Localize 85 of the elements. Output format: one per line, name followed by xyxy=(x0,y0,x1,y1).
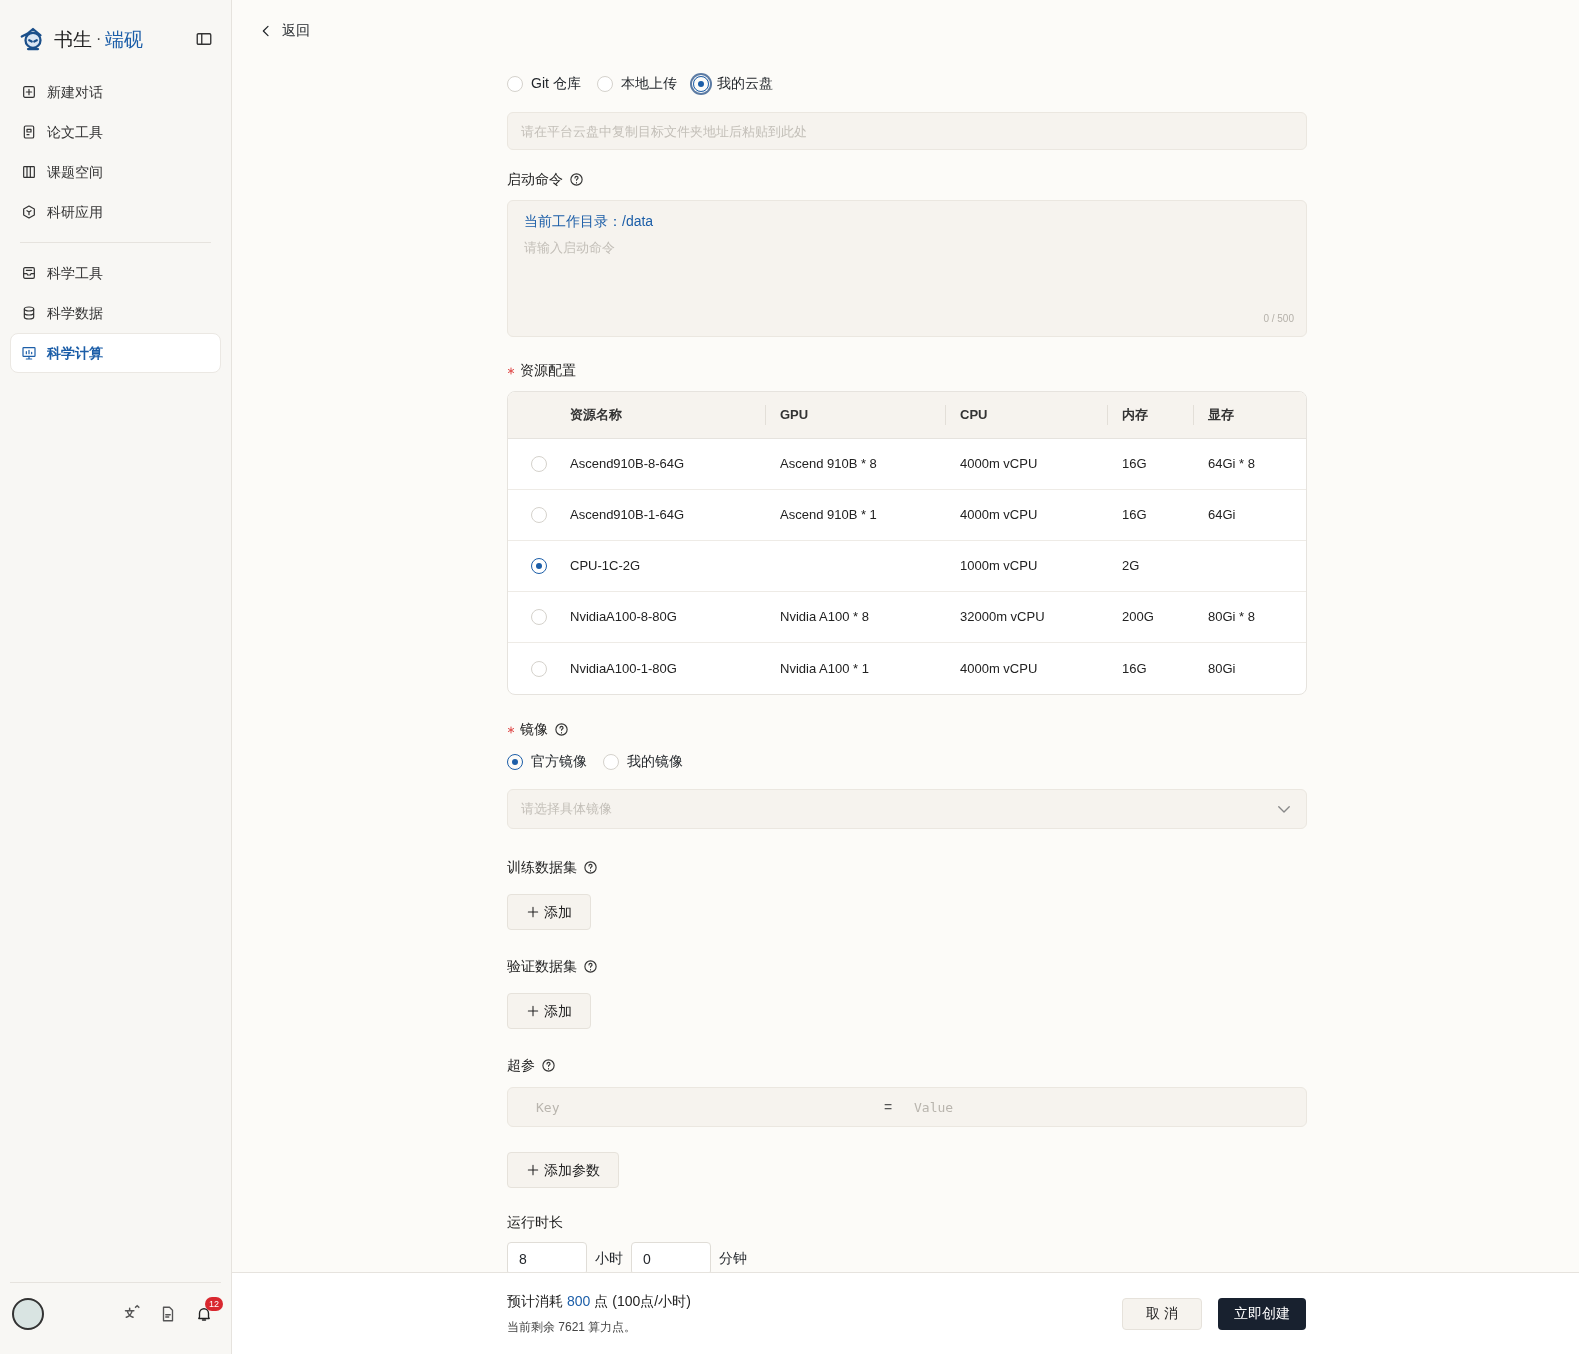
radio-label: 本地上传 xyxy=(620,74,677,93)
balance-text: 当前剩余 7621 算力点。 xyxy=(507,1319,638,1336)
column-header: 内存 xyxy=(1107,405,1193,425)
table-cell: Ascend910B-8-64G xyxy=(570,456,685,472)
field-label: 镜像 xyxy=(520,720,548,739)
document-icon xyxy=(21,124,37,140)
table-cell: Ascend 910B * 1 xyxy=(780,507,877,523)
unit-label: 小时 xyxy=(595,1249,623,1268)
table-cell: 2G xyxy=(1122,558,1140,574)
radio-label: 我的镜像 xyxy=(627,752,683,771)
field-label: 运行时长 xyxy=(507,1213,563,1232)
table-cell: 64Gi * 8 xyxy=(1208,456,1255,472)
number-input[interactable]: 8 xyxy=(507,1242,587,1272)
table-cell: 4000m vCPU xyxy=(960,660,1038,676)
monitor-icon xyxy=(21,345,37,361)
sidebar-item[interactable]: 论文工具 xyxy=(10,112,221,152)
value-input[interactable]: Value xyxy=(898,1088,1306,1126)
table-cell: 4000m vCPU xyxy=(960,507,1038,523)
working-directory: 当前工作目录：/data xyxy=(524,212,655,231)
radio-label: Git 仓库 xyxy=(531,74,581,93)
column-header: 资源名称 xyxy=(570,406,623,425)
table-cell: 16G xyxy=(1122,660,1147,676)
cancel-button[interactable]: 取 消 xyxy=(1122,1297,1202,1330)
create-button[interactable]: 立即创建 xyxy=(1218,1297,1306,1330)
plus-icon xyxy=(526,905,540,919)
unit-label: 分钟 xyxy=(719,1249,747,1268)
radio-label: 官方镜像 xyxy=(531,752,587,771)
sidebar-item[interactable]: 科学计算 xyxy=(10,333,221,373)
notification-badge: 12 xyxy=(205,1296,223,1311)
plus-icon xyxy=(526,1163,540,1177)
add-button[interactable]: 添加参数 xyxy=(507,1152,619,1188)
field-label: 资源配置 xyxy=(520,361,576,380)
equals-sign: = xyxy=(882,1097,894,1117)
table-cell: 64Gi xyxy=(1208,507,1236,523)
estimate-value: 800 xyxy=(567,1292,591,1311)
hexagon-icon xyxy=(21,204,37,220)
radio-label: 我的云盘 xyxy=(716,74,773,93)
number-input[interactable]: 0 xyxy=(631,1242,711,1272)
back-link[interactable]: 返回 xyxy=(258,20,310,41)
table-cell: NvidiaA100-8-80G xyxy=(570,609,677,625)
table-cell: NvidiaA100-1-80G xyxy=(570,660,677,676)
add-button[interactable]: 添加 xyxy=(507,993,591,1029)
brand-name: 端砚 xyxy=(105,26,144,52)
radio-button[interactable] xyxy=(692,75,709,92)
table-cell: Nvidia A100 * 8 xyxy=(780,609,869,625)
sidebar-toggle-button[interactable] xyxy=(195,30,213,48)
panel-icon xyxy=(195,30,213,48)
column-header: 显存 xyxy=(1193,405,1293,425)
column-header: CPU xyxy=(945,405,1107,425)
sidebar-item[interactable]: 新建对话 xyxy=(10,72,221,112)
table-cell: 16G xyxy=(1122,507,1147,523)
table-cell: Nvidia A100 * 1 xyxy=(780,660,869,676)
brand-separator: · xyxy=(96,29,102,49)
field-label: 超参 xyxy=(507,1056,535,1075)
table-cell: 80Gi xyxy=(1208,660,1236,676)
field-label: 训练数据集 xyxy=(507,858,577,877)
table-cell: 1000m vCPU xyxy=(960,558,1038,574)
brand-name: 书生 xyxy=(54,26,92,52)
sidebar-item[interactable]: 科学数据 xyxy=(10,293,221,333)
avatar[interactable] xyxy=(12,1297,44,1330)
table-cell: CPU-1C-2G xyxy=(570,558,641,574)
table-cell: Ascend 910B * 8 xyxy=(780,456,877,472)
add-button[interactable]: 添加 xyxy=(507,894,591,930)
table-cell: 80Gi * 8 xyxy=(1208,609,1255,625)
database-icon xyxy=(21,305,37,321)
table-cell: 200G xyxy=(1122,609,1154,625)
columns-icon xyxy=(21,164,37,180)
estimate-unit: 点 (100点/小时) xyxy=(594,1292,691,1311)
plus-square-icon xyxy=(21,84,37,100)
table-cell: 4000m vCPU xyxy=(960,456,1038,472)
inbox-icon xyxy=(21,265,37,281)
table-cell: Ascend910B-1-64G xyxy=(570,507,685,523)
key-value-field[interactable]: Key = Value xyxy=(507,1087,1307,1127)
field-label: 验证数据集 xyxy=(507,957,577,976)
estimate-label: 预计消耗 xyxy=(507,1292,563,1311)
key-input[interactable]: Key xyxy=(508,1088,878,1126)
plus-icon xyxy=(526,1004,540,1018)
sidebar-item[interactable]: 课题空间 xyxy=(10,152,221,192)
column-header: GPU xyxy=(765,405,945,425)
table-cell: 16G xyxy=(1122,456,1147,472)
sidebar-item[interactable]: 科研应用 xyxy=(10,192,221,232)
sidebar-item[interactable]: 科学工具 xyxy=(10,253,221,293)
character-counter: 0 / 500 xyxy=(1263,312,1294,326)
table-cell: 32000m vCPU xyxy=(960,609,1045,625)
field-label: 启动命令 xyxy=(507,170,563,189)
